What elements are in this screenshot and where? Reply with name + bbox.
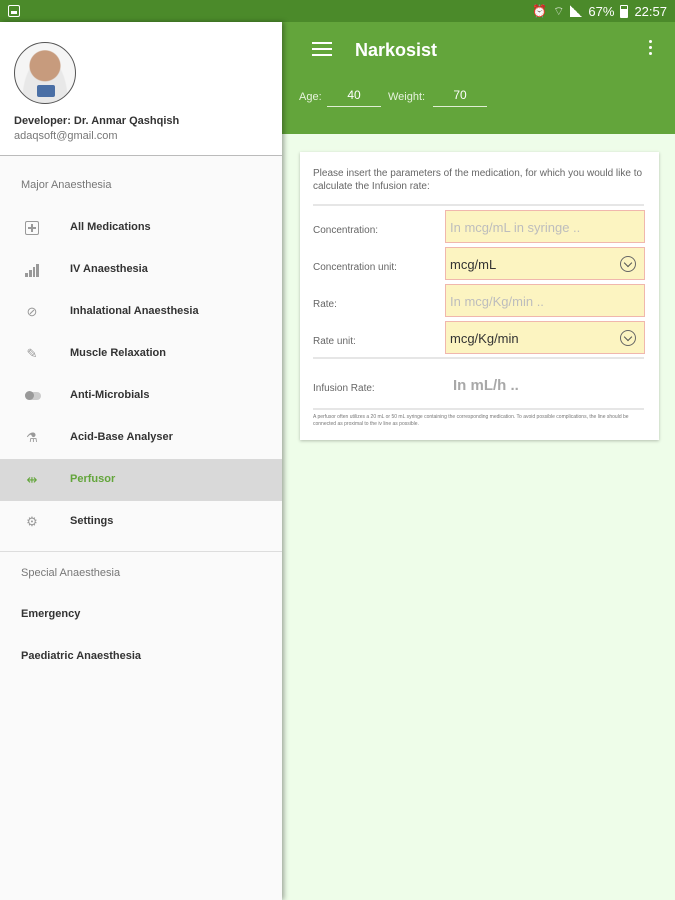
clock: 22:57 bbox=[634, 3, 667, 19]
nav-item-settings[interactable]: ⚙ Settings bbox=[0, 501, 282, 543]
age-input[interactable]: 40 bbox=[327, 88, 381, 107]
status-right: ⏰ ⌔ 67% 22:57 bbox=[532, 4, 667, 19]
nav-item-label: Acid-Base Analyser bbox=[70, 431, 173, 443]
nav-item-iv-anaesthesia[interactable]: IV Anaesthesia bbox=[0, 249, 282, 291]
gear-icon: ⚙ bbox=[26, 514, 38, 529]
nav-item-label: Settings bbox=[70, 515, 114, 527]
screenshot-icon bbox=[8, 5, 20, 17]
status-bar: ⏰ ⌔ 67% 22:57 bbox=[0, 0, 675, 22]
chevron-down-icon bbox=[620, 330, 636, 346]
intro-text: Please insert the parameters of the medi… bbox=[313, 168, 643, 192]
weight-label: Weight: bbox=[388, 91, 426, 103]
plus-box-icon bbox=[25, 221, 39, 235]
concentration-label: Concentration: bbox=[313, 225, 379, 236]
infusion-rate-value: In mL/h .. bbox=[453, 377, 519, 394]
toggle-icon bbox=[25, 391, 41, 400]
battery-icon bbox=[620, 4, 629, 18]
section-special-anaesthesia: Special Anaesthesia bbox=[21, 567, 121, 579]
navigation-drawer: Developer: Dr. Anmar Qashqish adaqsoft@g… bbox=[0, 22, 282, 900]
alarm-icon: ⏰ bbox=[532, 4, 548, 18]
rate-unit-label: Rate unit: bbox=[313, 336, 356, 347]
nav-item-label: Inhalational Anaesthesia bbox=[70, 305, 199, 317]
nav-item-paediatric-anaesthesia[interactable]: Paediatric Anaesthesia bbox=[0, 636, 282, 678]
app-bar: Narkosist Age: 40 Weight: 70 bbox=[282, 22, 675, 134]
section-major-anaesthesia: Major Anaesthesia bbox=[21, 179, 112, 191]
bars-icon bbox=[25, 263, 39, 277]
chevron-down-icon bbox=[620, 256, 636, 272]
nav-item-perfusor[interactable]: ⇹ Perfusor bbox=[0, 459, 282, 501]
wifi-icon: ⌔ bbox=[553, 3, 565, 18]
overflow-menu-icon[interactable] bbox=[647, 40, 653, 58]
rate-label: Rate: bbox=[313, 299, 337, 310]
rate-input[interactable]: In mcg/Kg/min .. bbox=[445, 284, 645, 317]
nav-item-label: Emergency bbox=[21, 608, 81, 620]
avatar bbox=[14, 42, 76, 104]
divider bbox=[313, 408, 644, 410]
footnote: A perfusor often utilizes a 20 mL or 50 … bbox=[313, 414, 629, 427]
nav-item-label: Paediatric Anaesthesia bbox=[21, 650, 142, 662]
nav-item-label: IV Anaesthesia bbox=[70, 263, 148, 275]
flask-icon: ⚗ bbox=[26, 430, 38, 445]
hamburger-menu-icon[interactable] bbox=[312, 42, 332, 58]
developer-name: Developer: Dr. Anmar Qashqish bbox=[14, 115, 180, 127]
perfusor-card: Please insert the parameters of the medi… bbox=[300, 152, 659, 440]
rate-unit-select[interactable]: mcg/Kg/min bbox=[445, 321, 645, 354]
header-divider bbox=[0, 155, 282, 156]
divider bbox=[313, 357, 644, 359]
divider bbox=[313, 204, 644, 206]
nav-item-emergency[interactable]: Emergency bbox=[0, 594, 282, 636]
drawer-divider bbox=[0, 551, 282, 552]
signal-icon bbox=[570, 5, 583, 17]
drawer-header: Developer: Dr. Anmar Qashqish adaqsoft@g… bbox=[0, 22, 282, 156]
nav-item-muscle-relaxation[interactable]: ✎ Muscle Relaxation bbox=[0, 333, 282, 375]
nav-item-all-medications[interactable]: All Medications bbox=[0, 207, 282, 249]
developer-email: adaqsoft@gmail.com bbox=[14, 130, 118, 142]
nav-item-label: All Medications bbox=[70, 221, 151, 233]
nav-item-inhalational-anaesthesia[interactable]: ⊘ Inhalational Anaesthesia bbox=[0, 291, 282, 333]
weight-input[interactable]: 70 bbox=[433, 88, 487, 107]
battery-percent: 67% bbox=[588, 3, 615, 19]
infusion-rate-label: Infusion Rate: bbox=[313, 383, 375, 394]
concentration-unit-label: Concentration unit: bbox=[313, 262, 397, 273]
concentration-input[interactable]: In mcg/mL in syringe .. bbox=[445, 210, 645, 243]
concentration-unit-select[interactable]: mcg/mL bbox=[445, 247, 645, 280]
nav-item-label: Muscle Relaxation bbox=[70, 347, 166, 359]
nav-item-label: Perfusor bbox=[70, 473, 116, 485]
concentration-unit-value: mcg/mL bbox=[450, 257, 497, 272]
age-label: Age: bbox=[299, 91, 322, 103]
perfusor-icon: ⇹ bbox=[26, 472, 38, 487]
nav-item-acid-base-analyser[interactable]: ⚗ Acid-Base Analyser bbox=[0, 417, 282, 459]
rate-unit-value: mcg/Kg/min bbox=[450, 331, 519, 346]
app-title: Narkosist bbox=[355, 40, 438, 60]
nav-item-anti-microbials[interactable]: Anti-Microbials bbox=[0, 375, 282, 417]
syringe-icon: ✎ bbox=[26, 346, 38, 361]
nav-item-label: Anti-Microbials bbox=[70, 389, 150, 401]
pill-icon: ⊘ bbox=[26, 304, 38, 319]
